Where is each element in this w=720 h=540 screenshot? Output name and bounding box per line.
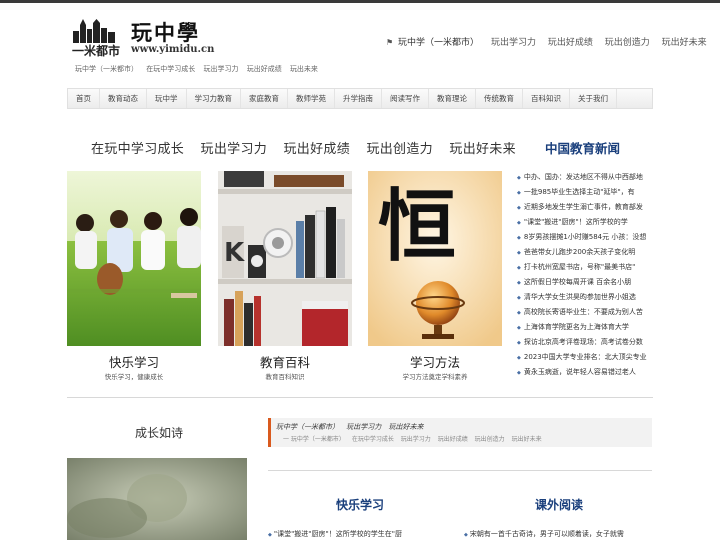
top-link[interactable]: 玩出好成绩 <box>548 38 593 48</box>
quote-item[interactable]: 玩出好未来 <box>388 423 423 431</box>
nav-item-reading-writing[interactable]: 阅读写作 <box>382 89 429 108</box>
bullet-icon: ◆ <box>517 190 521 196</box>
quote-line: 玩中学（一米都市） 玩出学习力 玩出好未来 <box>276 422 428 432</box>
news-item[interactable]: ◆ 打卡杭州宽屋书店，号称"最美书店" <box>517 260 657 275</box>
hero-slogans: 在玩中学习成长 玩出学习力 玩出好成绩 玩出创造力 玩出好未来 <box>91 138 528 157</box>
news-item[interactable]: ◆ 高校院长寄语毕业生：不要成为别人苦 <box>517 305 657 320</box>
site-title[interactable]: 玩中學 <box>131 17 200 47</box>
bullet-icon: ◆ <box>517 325 521 331</box>
news-item[interactable]: ◆ 探访北京高考评卷现场：高考试卷分数 <box>517 335 657 350</box>
card-title[interactable]: 学习方法 <box>368 352 502 371</box>
quote-sub-item[interactable]: 玩出学习力 <box>401 436 431 443</box>
logo-text[interactable]: 一米都市 <box>72 42 120 59</box>
quote-sub-item[interactable]: 一 玩中学（一米都市） <box>283 436 345 443</box>
bullet-icon: ◆ <box>517 310 521 316</box>
bullet-icon: ◆ <box>517 250 521 256</box>
card-subtitle: 学习方法奠定学科素养 <box>402 373 468 381</box>
news-item[interactable]: ◆ 近期多地发生学生溺亡事件，教育部发 <box>517 200 657 215</box>
bell-icon: ⚑ <box>386 38 394 47</box>
quote-sub-item[interactable]: 玩出创造力 <box>475 436 505 443</box>
section-title[interactable]: 成长如诗 <box>135 424 183 441</box>
news-item[interactable]: ◆ 2023中国大学专业排名：北大顶尖专业 <box>517 350 657 365</box>
bullet-icon: ◆ <box>517 235 521 241</box>
news-title[interactable]: 中国教育新闻 <box>545 138 620 157</box>
nav-item-home[interactable]: 首页 <box>68 89 100 108</box>
tagline-item[interactable]: 玩中学（一米都市） <box>75 65 138 73</box>
card-subtitle: 教育百科知识 <box>265 373 305 381</box>
tagline-item[interactable]: 玩出好成绩 <box>247 65 282 73</box>
nav-item-learning-power[interactable]: 学习力教育 <box>187 89 241 108</box>
hero-slogan: 在玩中学习成长 <box>91 142 185 157</box>
bullet-icon: ◆ <box>464 532 468 538</box>
card-title[interactable]: 教育百科 <box>218 352 352 371</box>
bullet-icon: ◆ <box>517 340 521 346</box>
news-item[interactable]: ◆ 这所假日学校每周开课 百余名小朋 <box>517 275 657 290</box>
quote-sub-item[interactable]: 玩出好成绩 <box>438 436 468 443</box>
bullet-icon: ◆ <box>517 355 521 361</box>
tagline-row: 玩中学（一米都市） 在玩中学习成长 玩出学习力 玩出好成绩 玩出未来 <box>75 64 324 74</box>
news-item[interactable]: ◆ 黄永玉病逝，说年轻人容易错过老人 <box>517 365 657 380</box>
nav-item-teacher-academy[interactable]: 教师学苑 <box>288 89 335 108</box>
hero-slogan: 玩出好未来 <box>449 142 516 157</box>
hero-slogan: 玩出学习力 <box>200 142 268 157</box>
news-item[interactable]: ◆ 8岁男孩摆摊1小时赚584元 小孩：没想 <box>517 230 657 245</box>
news-item[interactable]: ◆ 中办、国办：发达地区不得从中西部地 <box>517 170 657 185</box>
bottom-feature-image[interactable] <box>67 458 247 540</box>
svg-text:K: K <box>224 238 245 268</box>
bullet-icon: ◆ <box>517 175 521 181</box>
bullet-icon: ◆ <box>517 265 521 271</box>
bullet-icon: ◆ <box>517 220 521 226</box>
hero-slogan: 玩出创造力 <box>366 142 433 157</box>
list-item[interactable]: ◆ 宋朝有一首千古奇诗，男子可以顺着读，女子就需 <box>464 529 624 539</box>
top-bar <box>0 0 720 3</box>
tagline-item[interactable]: 玩出未来 <box>290 65 318 73</box>
section-divider <box>268 470 652 471</box>
nav-item-family-education[interactable]: 家庭教育 <box>241 89 288 108</box>
calligraphy-character: 恒 <box>378 181 456 272</box>
bullet-icon: ◆ <box>517 370 521 376</box>
nav-item-traditional-education[interactable]: 传统教育 <box>476 89 523 108</box>
top-link[interactable]: 玩出学习力 <box>491 38 536 48</box>
quote-item[interactable]: 玩中学（一米都市） <box>276 423 339 431</box>
nav-item-admission-guide[interactable]: 升学指南 <box>335 89 382 108</box>
tagline-item[interactable]: 玩出学习力 <box>203 65 238 73</box>
top-link[interactable]: 玩中学（一米都市） <box>398 38 479 48</box>
news-item[interactable]: ◆ 上海体育学院更名为上海体育大学 <box>517 320 657 335</box>
nav-item-about-us[interactable]: 关于我们 <box>570 89 617 108</box>
column-title[interactable]: 快乐学习 <box>336 496 384 513</box>
nav-item-education-news[interactable]: 教育动态 <box>100 89 147 108</box>
card-image-happy-learning[interactable] <box>67 171 201 346</box>
quote-sub-item[interactable]: 在玩中学习成长 <box>352 436 394 443</box>
news-item[interactable]: ◆ 清华大学女生洪昊昀参加世界小姐选 <box>517 290 657 305</box>
bullet-icon: ◆ <box>268 532 272 538</box>
bullet-icon: ◆ <box>517 205 521 211</box>
news-list: ◆ 中办、国办：发达地区不得从中西部地 ◆ 一批985毕业生选择主动"延毕"，有 ◆… <box>517 170 657 380</box>
city-skyline-icon[interactable] <box>73 19 115 43</box>
card-image-encyclopedia[interactable]: K <box>218 171 352 346</box>
news-item[interactable]: ◆ "课堂"搬进"厨房"！这所学校的学 <box>517 215 657 230</box>
top-links: ⚑ 玩中学（一米都市） 玩出学习力 玩出好成绩 玩出创造力 玩出好未来 <box>386 35 716 48</box>
card-subtitle: 快乐学习，健康成长 <box>104 373 164 381</box>
quote-item[interactable]: 玩出学习力 <box>346 423 381 431</box>
bullet-icon: ◆ <box>517 295 521 301</box>
quote-sub-item[interactable]: 玩出好未来 <box>512 436 542 443</box>
section-divider <box>67 397 653 398</box>
top-link[interactable]: 玩出创造力 <box>605 38 650 48</box>
site-url: www.yimidu.cn <box>131 44 215 55</box>
main-nav: 首页 教育动态 玩中学 学习力教育 家庭教育 教师学苑 升学指南 阅读写作 教育… <box>67 88 653 109</box>
card-title[interactable]: 快乐学习 <box>67 352 201 371</box>
quote-sub-line: 一 玩中学（一米都市） 在玩中学习成长 玩出学习力 玩出好成绩 玩出创造力 玩出… <box>283 434 547 443</box>
news-item[interactable]: ◆ 一批985毕业生选择主动"延毕"，有 <box>517 185 657 200</box>
bullet-icon: ◆ <box>517 280 521 286</box>
nav-item-encyclopedia[interactable]: 百科知识 <box>523 89 570 108</box>
top-link[interactable]: 玩出好未来 <box>662 38 707 48</box>
hero-slogan: 玩出好成绩 <box>283 142 351 157</box>
column-title[interactable]: 课外阅读 <box>535 496 583 513</box>
tagline-item[interactable]: 在玩中学习成长 <box>146 65 195 73</box>
card-image-learning-method[interactable]: 恒 <box>368 171 502 346</box>
news-item[interactable]: ◆ 爸爸带女儿跑步200余天孩子变化明 <box>517 245 657 260</box>
nav-item-play-learn[interactable]: 玩中学 <box>147 89 187 108</box>
list-item[interactable]: ◆ "课堂"搬进"厨房"！这所学校的学生在"厨 <box>268 529 402 539</box>
nav-item-education-theory[interactable]: 教育理论 <box>429 89 476 108</box>
